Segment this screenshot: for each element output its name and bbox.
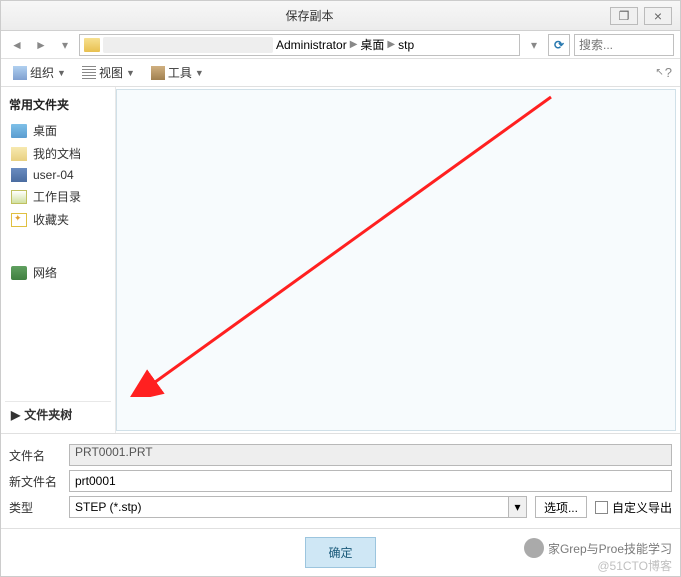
newfilename-label: 新文件名: [9, 473, 61, 490]
search-input[interactable]: [574, 34, 674, 56]
organize-menu[interactable]: 组织 ▼: [9, 62, 70, 83]
form-area: 文件名 PRT0001.PRT 新文件名 类型 STEP (*.stp) ▾ 选…: [1, 433, 680, 528]
wechat-icon: [524, 538, 544, 558]
sidebar-item-favorites[interactable]: 收藏夹: [5, 208, 111, 231]
desktop-icon: [11, 124, 27, 138]
breadcrumb[interactable]: Administrator ▶ 桌面 ▶ stp: [79, 34, 520, 56]
documents-icon: [11, 147, 27, 161]
folder-tree-toggle[interactable]: ▶文件夹树: [5, 401, 111, 427]
chevron-right-icon: ▶: [350, 39, 358, 50]
main-area: 常用文件夹 桌面 我的文档 user-04 工作目录 收藏夹 网络 ▶文件夹树: [1, 87, 680, 433]
chevron-right-icon: ▶: [387, 39, 395, 50]
caret-down-icon: ▼: [126, 68, 135, 78]
dialog-footer: 确定 家Grep与Proe技能学习 @51CTO博客: [1, 528, 680, 576]
view-menu[interactable]: 视图 ▼: [78, 62, 139, 83]
save-copy-dialog: 保存副本 ❐ × ◄ ► ▾ Administrator ▶ 桌面 ▶ stp …: [0, 0, 681, 577]
view-icon: [82, 66, 96, 80]
caret-down-icon: ▼: [195, 68, 204, 78]
tools-icon: [151, 66, 165, 80]
type-label: 类型: [9, 499, 61, 516]
refresh-button[interactable]: ⟳: [548, 34, 570, 56]
workdir-icon: [11, 190, 27, 204]
options-button[interactable]: 选项...: [535, 496, 587, 518]
path-dropdown[interactable]: ▾: [524, 35, 544, 55]
sidebar-item-mydocs[interactable]: 我的文档: [5, 142, 111, 165]
type-select[interactable]: STEP (*.stp) ▾: [69, 496, 527, 518]
filename-label: 文件名: [9, 447, 61, 464]
breadcrumb-hidden-segment: [103, 37, 273, 53]
tools-menu[interactable]: 工具 ▼: [147, 62, 208, 83]
nav-bar: ◄ ► ▾ Administrator ▶ 桌面 ▶ stp ▾ ⟳: [1, 31, 680, 59]
file-list-area[interactable]: [116, 89, 676, 431]
help-button[interactable]: ↖?: [655, 65, 672, 80]
caret-down-icon: ▼: [57, 68, 66, 78]
newfilename-input[interactable]: [69, 470, 672, 492]
nav-dropdown[interactable]: ▾: [55, 35, 75, 55]
breadcrumb-seg-stp[interactable]: stp: [398, 38, 414, 52]
sidebar: 常用文件夹 桌面 我的文档 user-04 工作目录 收藏夹 网络 ▶文件夹树: [1, 87, 116, 433]
breadcrumb-seg-admin[interactable]: Administrator: [276, 38, 347, 52]
close-button[interactable]: ×: [644, 7, 672, 25]
sidebar-header: 常用文件夹: [5, 93, 111, 119]
folder-icon: [84, 38, 100, 52]
custom-export-checkbox[interactable]: 自定义导出: [595, 499, 672, 516]
window-title: 保存副本: [9, 7, 610, 24]
sidebar-item-network[interactable]: 网络: [5, 261, 111, 284]
watermark-sub: @51CTO博客: [597, 557, 672, 574]
back-button[interactable]: ◄: [7, 35, 27, 55]
caret-down-icon: ▾: [508, 497, 526, 517]
toolbar: 组织 ▼ 视图 ▼ 工具 ▼ ↖?: [1, 59, 680, 87]
filename-field: PRT0001.PRT: [69, 444, 672, 466]
computer-icon: [11, 168, 27, 182]
organize-icon: [13, 66, 27, 80]
titlebar: 保存副本 ❐ ×: [1, 1, 680, 31]
favorites-icon: [11, 213, 27, 227]
ok-button[interactable]: 确定: [305, 537, 375, 568]
sidebar-item-user[interactable]: user-04: [5, 165, 111, 185]
expand-icon: ▶: [11, 408, 20, 422]
checkbox-icon: [595, 501, 608, 514]
restore-button[interactable]: ❐: [610, 7, 638, 25]
network-icon: [11, 266, 27, 280]
sidebar-item-desktop[interactable]: 桌面: [5, 119, 111, 142]
breadcrumb-seg-desktop[interactable]: 桌面: [360, 36, 384, 53]
watermark: 家Grep与Proe技能学习: [524, 538, 672, 558]
forward-button[interactable]: ►: [31, 35, 51, 55]
sidebar-item-workdir[interactable]: 工作目录: [5, 185, 111, 208]
